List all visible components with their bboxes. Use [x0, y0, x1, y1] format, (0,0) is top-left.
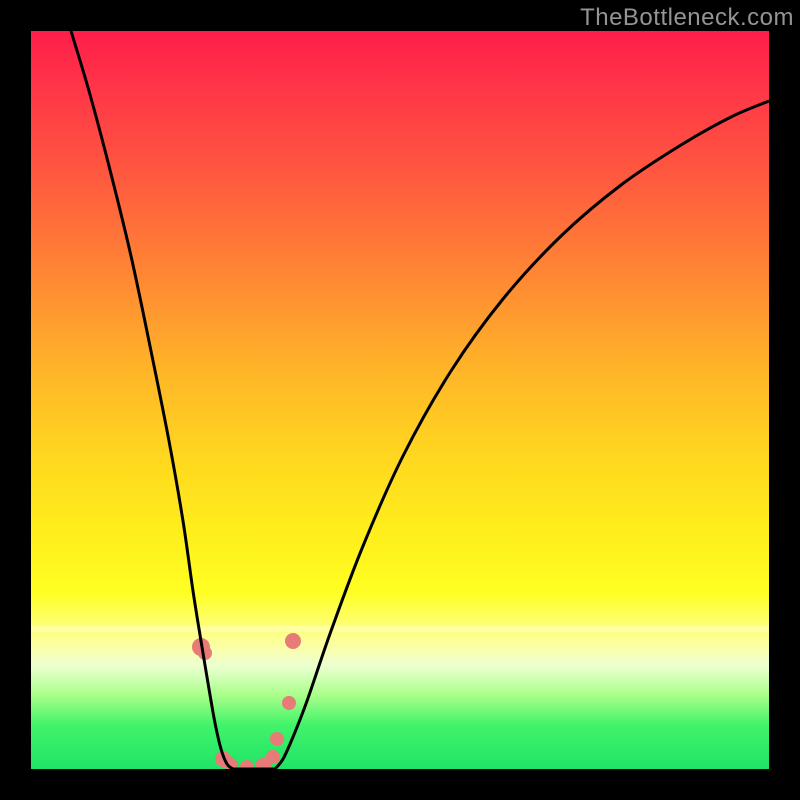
- watermark-text: TheBottleneck.com: [580, 4, 794, 32]
- scatter-group: [192, 633, 301, 769]
- scatter-point: [270, 732, 284, 746]
- scatter-point: [266, 750, 280, 764]
- scatter-point: [282, 696, 296, 710]
- curve-overlay: [31, 31, 769, 769]
- chart-area: [31, 31, 769, 769]
- scatter-point: [285, 633, 301, 649]
- right-curve: [275, 101, 769, 769]
